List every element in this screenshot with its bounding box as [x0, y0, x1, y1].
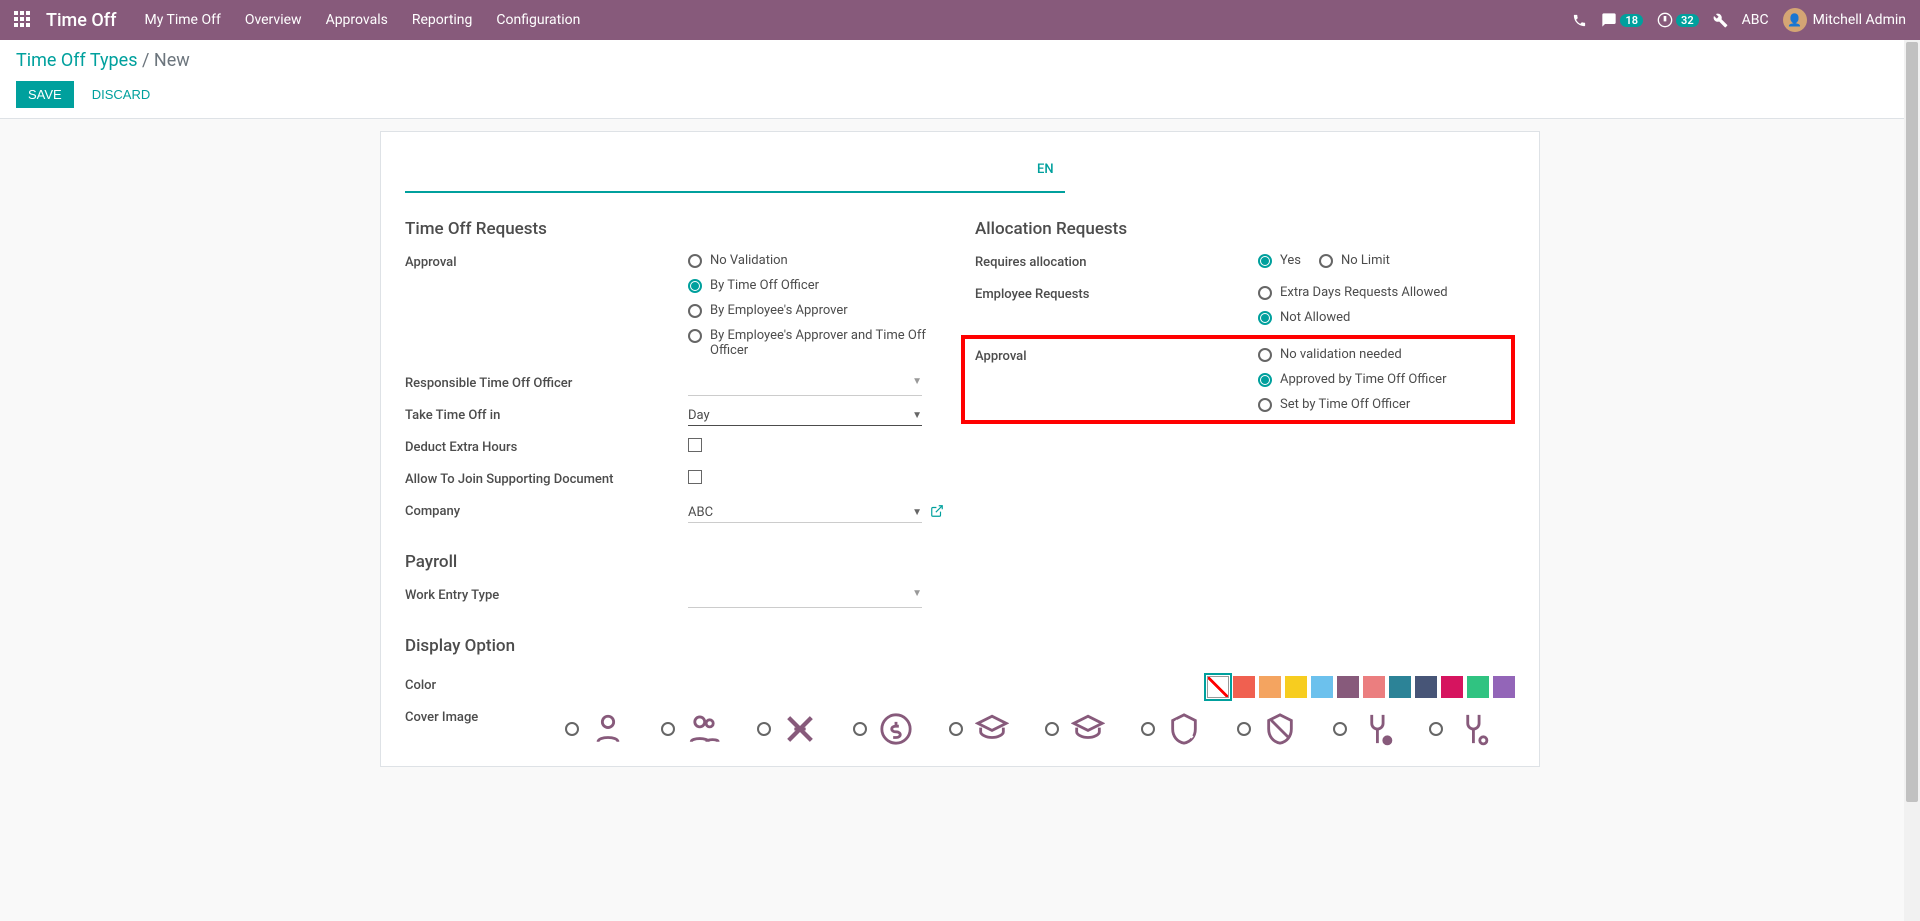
cover-option-7[interactable]	[1141, 712, 1201, 746]
messages-badge: 18	[1620, 14, 1643, 27]
label-cover-image: Cover Image	[405, 708, 565, 746]
color-2[interactable]	[1259, 676, 1281, 698]
color-7[interactable]	[1389, 676, 1411, 698]
cover-option-1[interactable]	[565, 712, 625, 746]
label-work-entry-type: Work Entry Type	[405, 586, 688, 608]
company-select[interactable]: ABC▼	[688, 503, 922, 523]
label-requires-allocation: Requires allocation	[975, 253, 1258, 275]
highlighted-approval-section: Approval No validation needed Approved b…	[961, 335, 1515, 424]
debug-icon[interactable]	[1713, 13, 1728, 28]
phone-icon[interactable]	[1572, 13, 1587, 28]
radio-by-both[interactable]: By Employee's Approver and Time Off Offi…	[688, 328, 945, 358]
app-name[interactable]: Time Off	[46, 10, 116, 31]
discard-button[interactable]: DISCARD	[84, 81, 159, 108]
color-6[interactable]	[1363, 676, 1385, 698]
label-approval: Approval	[405, 253, 688, 358]
apps-icon[interactable]	[14, 11, 32, 29]
company-switcher[interactable]: ABC	[1742, 12, 1769, 28]
color-10[interactable]	[1467, 676, 1489, 698]
color-11[interactable]	[1493, 676, 1515, 698]
nav-my-time-off[interactable]: My Time Off	[144, 12, 220, 28]
breadcrumb-parent[interactable]: Time Off Types	[16, 50, 138, 71]
name-input[interactable]	[405, 156, 1065, 193]
user-menu[interactable]: 👤 Mitchell Admin	[1783, 8, 1906, 32]
section-display-option: Display Option	[405, 636, 945, 656]
responsible-officer-select[interactable]: ▼	[688, 374, 922, 396]
activities-icon[interactable]: 32	[1657, 12, 1699, 28]
color-3[interactable]	[1285, 676, 1307, 698]
take-time-off-in-select[interactable]: Day▼	[688, 406, 922, 426]
color-none[interactable]	[1207, 676, 1229, 698]
radio-alloc-approved-officer[interactable]: Approved by Time Off Officer	[1258, 372, 1511, 387]
color-9[interactable]	[1441, 676, 1463, 698]
scrollbar[interactable]	[1904, 40, 1920, 921]
cover-option-9[interactable]	[1333, 712, 1393, 746]
cover-option-2[interactable]	[661, 712, 721, 746]
radio-requires-yes[interactable]: Yes	[1258, 253, 1301, 268]
label-responsible-officer: Responsible Time Off Officer	[405, 374, 688, 396]
label-color: Color	[405, 676, 605, 698]
label-company: Company	[405, 502, 688, 524]
cover-option-4[interactable]	[853, 712, 913, 746]
label-deduct-extra: Deduct Extra Hours	[405, 438, 688, 460]
avatar: 👤	[1783, 8, 1807, 32]
nav-reporting[interactable]: Reporting	[412, 12, 473, 28]
section-time-off-requests: Time Off Requests	[405, 219, 945, 239]
color-5[interactable]	[1337, 676, 1359, 698]
messages-icon[interactable]: 18	[1601, 12, 1643, 28]
nav-approvals[interactable]: Approvals	[326, 12, 388, 28]
cover-option-5[interactable]	[949, 712, 1009, 746]
language-button[interactable]: EN	[1037, 162, 1054, 177]
deduct-extra-checkbox[interactable]	[688, 438, 702, 452]
cover-option-8[interactable]	[1237, 712, 1297, 746]
color-4[interactable]	[1311, 676, 1333, 698]
radio-requires-nolimit[interactable]: No Limit	[1319, 253, 1390, 268]
label-take-in: Take Time Off in	[405, 406, 688, 428]
color-1[interactable]	[1233, 676, 1255, 698]
color-8[interactable]	[1415, 676, 1437, 698]
cover-option-3[interactable]	[757, 712, 817, 746]
company-external-link-icon[interactable]	[930, 504, 944, 522]
radio-extra-allowed[interactable]: Extra Days Requests Allowed	[1258, 285, 1515, 300]
control-panel: Time Off Types / New SAVE DISCARD	[0, 40, 1920, 119]
save-button[interactable]: SAVE	[16, 81, 74, 108]
label-alloc-approval: Approval	[975, 347, 1258, 412]
section-payroll: Payroll	[405, 552, 945, 572]
radio-by-approver[interactable]: By Employee's Approver	[688, 303, 945, 318]
work-entry-type-select[interactable]: ▼	[688, 586, 922, 608]
radio-by-officer[interactable]: By Time Off Officer	[688, 278, 945, 293]
navbar: Time Off My Time Off Overview Approvals …	[0, 0, 1920, 40]
nav-configuration[interactable]: Configuration	[496, 12, 580, 28]
radio-no-validation[interactable]: No Validation	[688, 253, 945, 268]
color-picker	[1207, 676, 1515, 698]
form-sheet: EN Time Off Requests Approval No Validat…	[380, 131, 1540, 767]
cover-option-6[interactable]	[1045, 712, 1105, 746]
label-employee-requests: Employee Requests	[975, 285, 1258, 325]
activities-badge: 32	[1676, 14, 1699, 27]
breadcrumb: Time Off Types / New	[16, 50, 1904, 71]
allow-doc-checkbox[interactable]	[688, 470, 702, 484]
radio-alloc-set-officer[interactable]: Set by Time Off Officer	[1258, 397, 1511, 412]
cover-option-10[interactable]	[1429, 712, 1489, 746]
radio-not-allowed[interactable]: Not Allowed	[1258, 310, 1515, 325]
breadcrumb-current: New	[154, 50, 190, 71]
radio-alloc-no-validation[interactable]: No validation needed	[1258, 347, 1511, 362]
cover-image-picker	[565, 708, 1515, 746]
section-allocation-requests: Allocation Requests	[975, 219, 1515, 239]
nav-overview[interactable]: Overview	[245, 12, 302, 28]
label-allow-doc: Allow To Join Supporting Document	[405, 470, 688, 492]
